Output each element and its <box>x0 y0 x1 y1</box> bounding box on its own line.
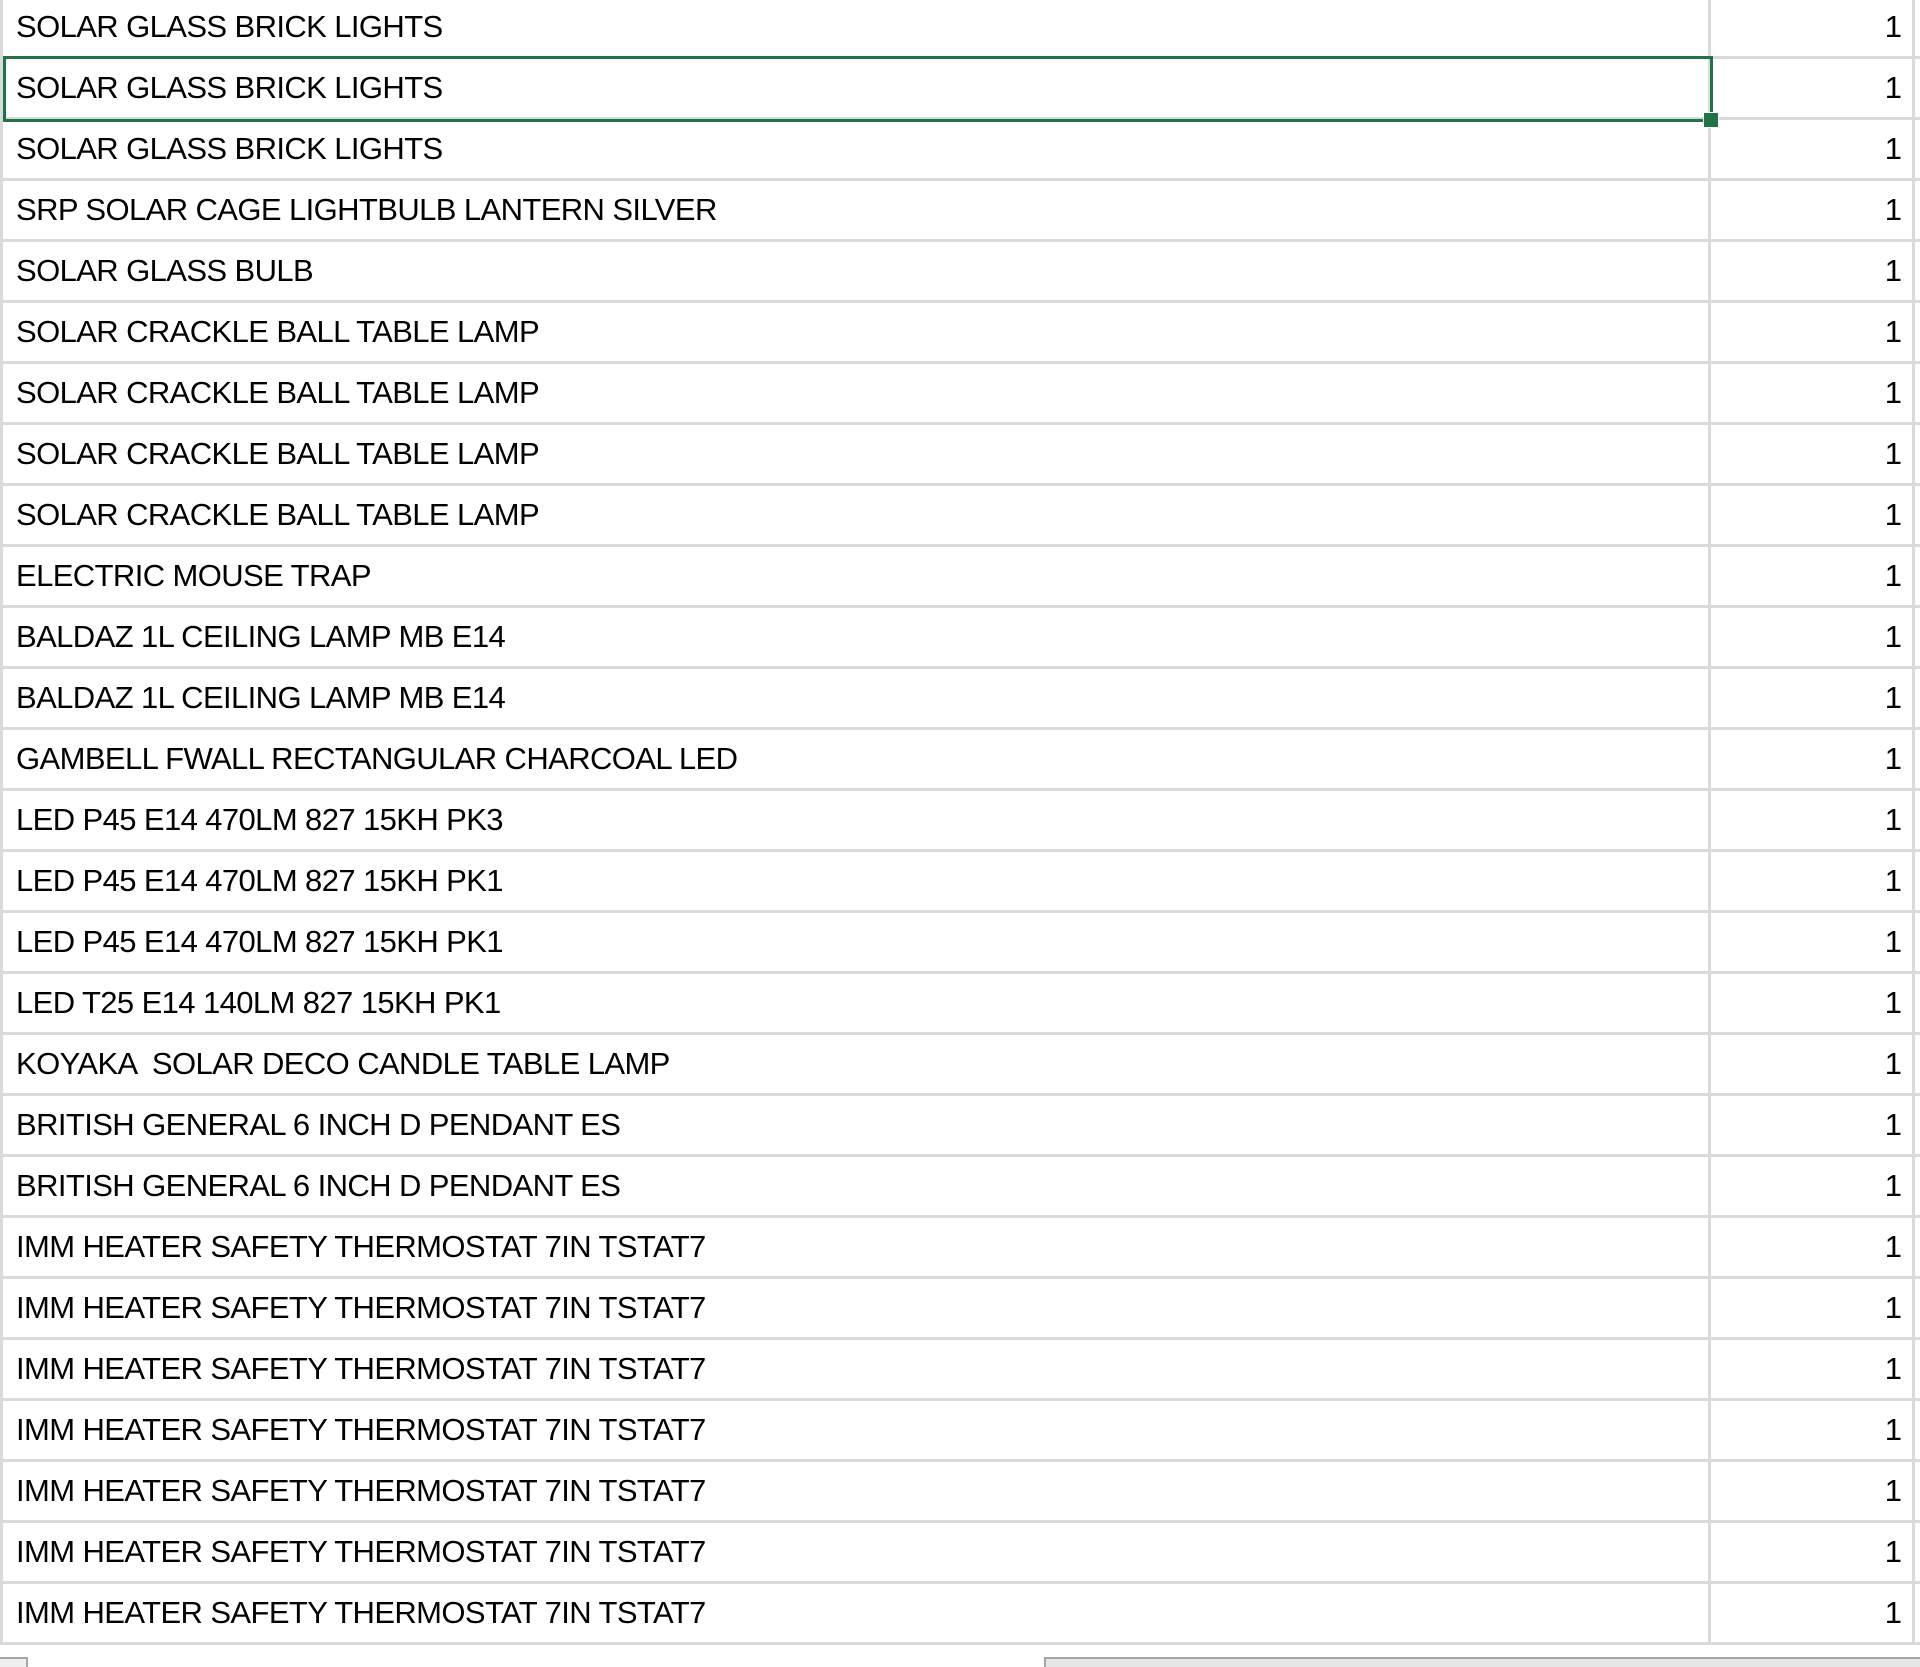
description-cell[interactable]: SOLAR GLASS BRICK LIGHTS <box>0 59 1711 117</box>
description-cell[interactable]: IMM HEATER SAFETY THERMOSTAT 7IN TSTAT7 <box>0 1523 1711 1581</box>
horizontal-scrollbar-left-arrow[interactable] <box>0 1657 28 1667</box>
table-row: IMM HEATER SAFETY THERMOSTAT 7IN TSTAT7 1 <box>0 1584 1920 1645</box>
quantity-cell[interactable]: 1 <box>1711 1279 1915 1337</box>
quantity-cell[interactable]: 1 <box>1711 486 1915 544</box>
table-row: IMM HEATER SAFETY THERMOSTAT 7IN TSTAT7 1 <box>0 1462 1920 1523</box>
description-cell[interactable]: SOLAR CRACKLE BALL TABLE LAMP <box>0 486 1711 544</box>
table-row: KOYAKA SOLAR DECO CANDLE TABLE LAMP 1 <box>0 1035 1920 1096</box>
spreadsheet-grid: SOLAR GLASS BRICK LIGHTS 1 SOLAR GLASS BRI… <box>0 0 1920 1645</box>
table-row: SRP SOLAR CAGE LIGHTBULB LANTERN SILVER 1 <box>0 181 1920 242</box>
quantity-cell[interactable]: 1 <box>1711 547 1915 605</box>
description-cell[interactable]: LED P45 E14 470LM 827 15KH PK1 <box>0 852 1711 910</box>
description-cell[interactable]: KOYAKA SOLAR DECO CANDLE TABLE LAMP <box>0 1035 1711 1093</box>
description-cell[interactable]: IMM HEATER SAFETY THERMOSTAT 7IN TSTAT7 <box>0 1340 1711 1398</box>
table-row: IMM HEATER SAFETY THERMOSTAT 7IN TSTAT7 1 <box>0 1279 1920 1340</box>
table-row: IMM HEATER SAFETY THERMOSTAT 7IN TSTAT7 1 <box>0 1218 1920 1279</box>
table-row: BRITISH GENERAL 6 INCH D PENDANT ES 1 <box>0 1096 1920 1157</box>
table-row: SOLAR GLASS BRICK LIGHTS 1 <box>0 120 1920 181</box>
table-row: SOLAR GLASS BRICK LIGHTS 1 <box>0 0 1920 59</box>
quantity-cell[interactable]: 1 <box>1711 181 1915 239</box>
description-cell[interactable]: IMM HEATER SAFETY THERMOSTAT 7IN TSTAT7 <box>0 1584 1711 1642</box>
quantity-cell[interactable]: 1 <box>1711 1157 1915 1215</box>
table-row: SOLAR GLASS BULB 1 <box>0 242 1920 303</box>
quantity-cell[interactable]: 1 <box>1711 608 1915 666</box>
quantity-cell[interactable]: 1 <box>1711 1218 1915 1276</box>
horizontal-scrollbar-thumb[interactable] <box>1044 1657 1920 1667</box>
quantity-cell[interactable]: 1 <box>1711 303 1915 361</box>
quantity-cell[interactable]: 1 <box>1711 974 1915 1032</box>
quantity-cell[interactable]: 1 <box>1711 1401 1915 1459</box>
description-cell[interactable]: ELECTRIC MOUSE TRAP <box>0 547 1711 605</box>
table-row: LED P45 E14 470LM 827 15KH PK1 1 <box>0 913 1920 974</box>
quantity-cell[interactable]: 1 <box>1711 791 1915 849</box>
description-cell[interactable]: SOLAR GLASS BULB <box>0 242 1711 300</box>
table-row: IMM HEATER SAFETY THERMOSTAT 7IN TSTAT7 1 <box>0 1340 1920 1401</box>
description-cell[interactable]: LED P45 E14 470LM 827 15KH PK1 <box>0 913 1711 971</box>
table-row: SOLAR CRACKLE BALL TABLE LAMP 1 <box>0 364 1920 425</box>
description-cell[interactable]: LED T25 E14 140LM 827 15KH PK1 <box>0 974 1711 1032</box>
table-row: BALDAZ 1L CEILING LAMP MB E14 1 <box>0 669 1920 730</box>
quantity-cell[interactable]: 1 <box>1711 730 1915 788</box>
table-row: GAMBELL FWALL RECTANGULAR CHARCOAL LED 1 <box>0 730 1920 791</box>
table-row: SOLAR CRACKLE BALL TABLE LAMP 1 <box>0 425 1920 486</box>
description-cell[interactable]: SOLAR CRACKLE BALL TABLE LAMP <box>0 425 1711 483</box>
quantity-cell[interactable]: 1 <box>1711 1462 1915 1520</box>
description-cell[interactable]: IMM HEATER SAFETY THERMOSTAT 7IN TSTAT7 <box>0 1401 1711 1459</box>
description-cell[interactable]: IMM HEATER SAFETY THERMOSTAT 7IN TSTAT7 <box>0 1279 1711 1337</box>
quantity-cell[interactable]: 1 <box>1711 242 1915 300</box>
table-row: SOLAR CRACKLE BALL TABLE LAMP 1 <box>0 486 1920 547</box>
table-row: ELECTRIC MOUSE TRAP 1 <box>0 547 1920 608</box>
description-cell[interactable]: SOLAR GLASS BRICK LIGHTS <box>0 0 1711 56</box>
description-cell[interactable]: GAMBELL FWALL RECTANGULAR CHARCOAL LED <box>0 730 1711 788</box>
description-cell[interactable]: BRITISH GENERAL 6 INCH D PENDANT ES <box>0 1096 1711 1154</box>
table-row: LED T25 E14 140LM 827 15KH PK1 1 <box>0 974 1920 1035</box>
quantity-cell[interactable]: 1 <box>1711 425 1915 483</box>
description-cell[interactable]: SOLAR CRACKLE BALL TABLE LAMP <box>0 303 1711 361</box>
description-cell[interactable]: SOLAR GLASS BRICK LIGHTS <box>0 120 1711 178</box>
table-row: SOLAR CRACKLE BALL TABLE LAMP 1 <box>0 303 1920 364</box>
table-row: LED P45 E14 470LM 827 15KH PK3 1 <box>0 791 1920 852</box>
description-cell[interactable]: SRP SOLAR CAGE LIGHTBULB LANTERN SILVER <box>0 181 1711 239</box>
table-row: IMM HEATER SAFETY THERMOSTAT 7IN TSTAT7 1 <box>0 1401 1920 1462</box>
description-cell[interactable]: IMM HEATER SAFETY THERMOSTAT 7IN TSTAT7 <box>0 1218 1711 1276</box>
table-row: SOLAR GLASS BRICK LIGHTS 1 <box>0 59 1920 120</box>
quantity-cell[interactable]: 1 <box>1711 1340 1915 1398</box>
quantity-cell[interactable]: 1 <box>1711 1096 1915 1154</box>
description-cell[interactable]: BALDAZ 1L CEILING LAMP MB E14 <box>0 608 1711 666</box>
table-row: LED P45 E14 470LM 827 15KH PK1 1 <box>0 852 1920 913</box>
quantity-cell[interactable]: 1 <box>1711 364 1915 422</box>
quantity-cell[interactable]: 1 <box>1711 913 1915 971</box>
description-cell[interactable]: SOLAR CRACKLE BALL TABLE LAMP <box>0 364 1711 422</box>
description-cell[interactable]: BRITISH GENERAL 6 INCH D PENDANT ES <box>0 1157 1711 1215</box>
quantity-cell[interactable]: 1 <box>1711 59 1915 117</box>
table-row: BRITISH GENERAL 6 INCH D PENDANT ES 1 <box>0 1157 1920 1218</box>
quantity-cell[interactable]: 1 <box>1711 0 1915 56</box>
description-cell[interactable]: BALDAZ 1L CEILING LAMP MB E14 <box>0 669 1711 727</box>
quantity-cell[interactable]: 1 <box>1711 1035 1915 1093</box>
description-cell[interactable]: LED P45 E14 470LM 827 15KH PK3 <box>0 791 1711 849</box>
description-cell[interactable]: IMM HEATER SAFETY THERMOSTAT 7IN TSTAT7 <box>0 1462 1711 1520</box>
quantity-cell[interactable]: 1 <box>1711 669 1915 727</box>
quantity-cell[interactable]: 1 <box>1711 1523 1915 1581</box>
quantity-cell[interactable]: 1 <box>1711 120 1915 178</box>
table-row: BALDAZ 1L CEILING LAMP MB E14 1 <box>0 608 1920 669</box>
table-row: IMM HEATER SAFETY THERMOSTAT 7IN TSTAT7 1 <box>0 1523 1920 1584</box>
quantity-cell[interactable]: 1 <box>1711 852 1915 910</box>
quantity-cell[interactable]: 1 <box>1711 1584 1915 1642</box>
